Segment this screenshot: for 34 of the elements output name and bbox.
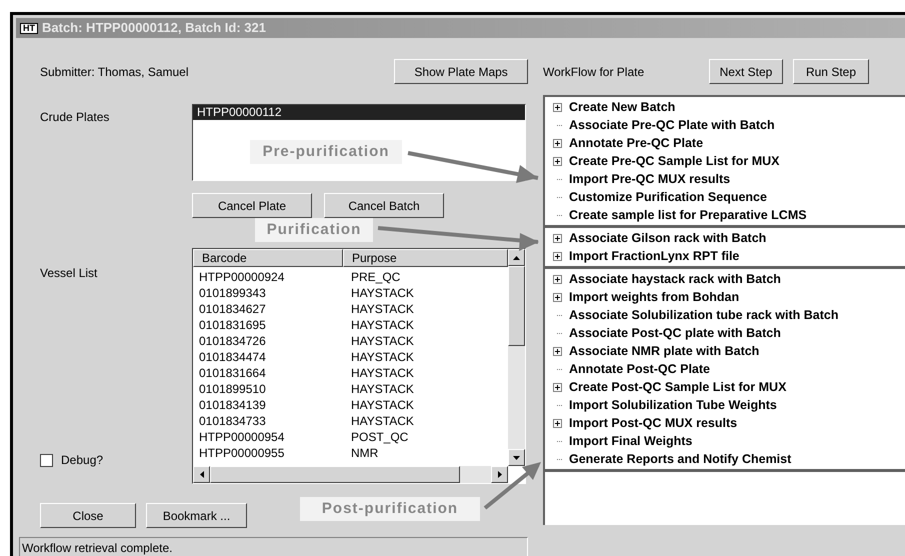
table-cell-text: HAYSTACK bbox=[350, 333, 415, 349]
table-cell-text: 0101831695 bbox=[198, 317, 267, 333]
status-bar: Workflow retrieval complete. bbox=[19, 537, 528, 556]
crude-plates-label: Crude Plates bbox=[40, 109, 110, 126]
submitter-label: Submitter: Thomas, Samuel bbox=[40, 64, 190, 80]
table-cell-text: HAYSTACK bbox=[350, 285, 415, 301]
table-cell-text: 0101834733 bbox=[198, 413, 267, 429]
annotation-tooltip: Post-purification bbox=[300, 497, 480, 521]
table-cell-text: HAYSTACK bbox=[350, 381, 415, 397]
vessel-list-label: Vessel List bbox=[40, 265, 98, 282]
table-cell-text: HAYSTACK bbox=[350, 301, 415, 317]
table-cell-text: HAYSTACK bbox=[350, 397, 415, 413]
annotation-tooltip: Purification bbox=[255, 218, 373, 242]
workflow-label: WorkFlow for Plate bbox=[543, 64, 646, 80]
table-cell-text: 0101834726 bbox=[198, 333, 267, 349]
table-cell-text: 0101899343 bbox=[198, 285, 267, 301]
table-cell-text: HAYSTACK bbox=[350, 365, 415, 381]
annotation-tooltip: Pre-purification bbox=[250, 140, 402, 164]
table-cell-text: HAYSTACK bbox=[350, 349, 415, 365]
app-icon: HT bbox=[20, 22, 38, 34]
window-title: Batch: HTPP00000112, Batch Id: 321 bbox=[42, 19, 266, 38]
table-cell-text: HTPP00000955 bbox=[198, 445, 286, 461]
table-cell-text: 0101831664 bbox=[198, 365, 267, 381]
table-cell-text: 0101834474 bbox=[198, 349, 267, 365]
table-cell-text: PRE_QC bbox=[350, 269, 402, 285]
table-cell-text: HTPP00000924 bbox=[198, 269, 286, 285]
table-cell-text: HTPP00000954 bbox=[198, 429, 286, 445]
table-cell-text: NMR bbox=[350, 445, 380, 461]
table-cell-text: HAYSTACK bbox=[350, 317, 415, 333]
table-cell-text: 0101834627 bbox=[198, 301, 267, 317]
table-cell-text: 0101899510 bbox=[198, 381, 267, 397]
table-cell-text: HAYSTACK bbox=[350, 413, 415, 429]
table-cell-text: 0101834139 bbox=[198, 397, 267, 413]
table-cell-text: POST_QC bbox=[350, 429, 410, 445]
